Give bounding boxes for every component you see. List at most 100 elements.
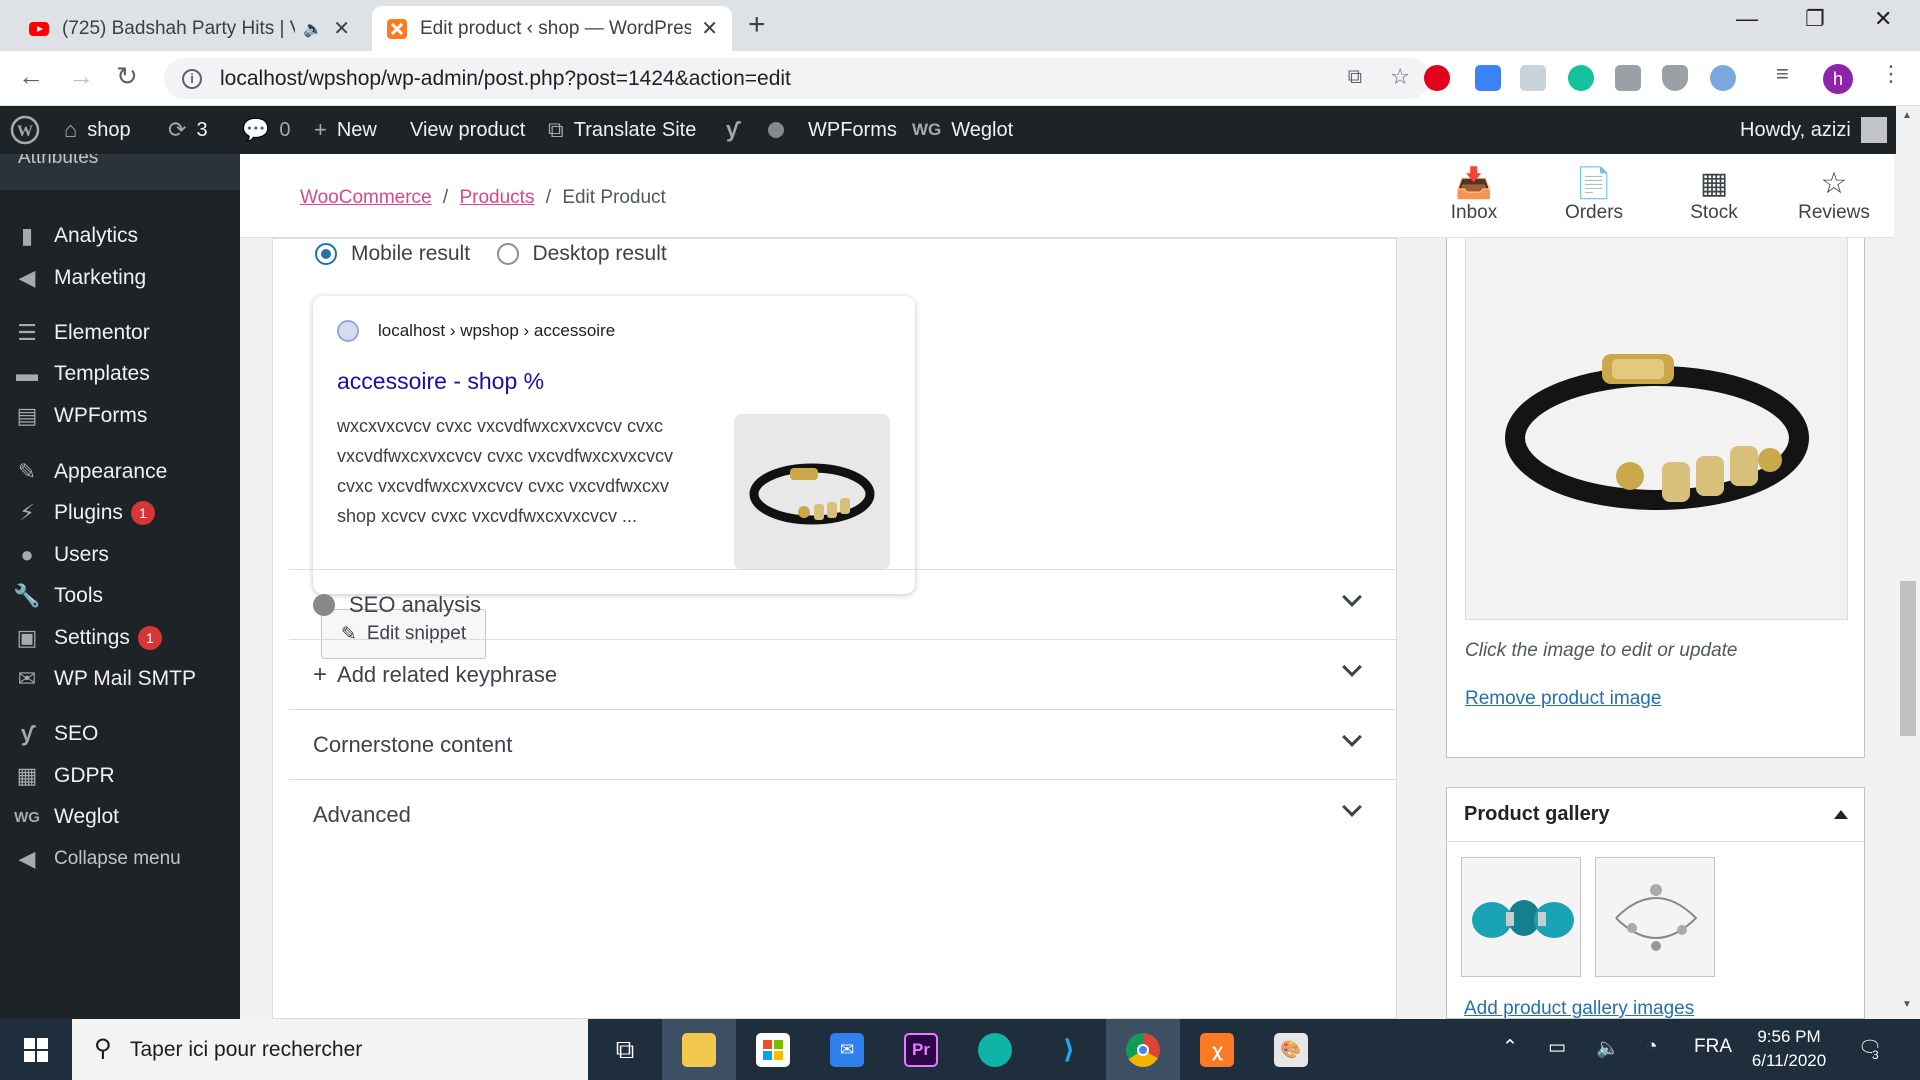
menu-item-templates[interactable]: ▬ Templates <box>0 353 240 395</box>
scroll-down-arrow-icon[interactable]: ▼ <box>1902 999 1912 1010</box>
remove-product-image-link[interactable]: Remove product image <box>1465 688 1661 710</box>
vscode-icon[interactable]: ⟩ <box>1032 1019 1106 1080</box>
admin-bar-view-product[interactable]: View product <box>410 106 525 154</box>
menu-item-tools[interactable]: 🔧 Tools <box>0 575 240 617</box>
seo-score-dot-icon[interactable] <box>768 106 784 154</box>
admin-bar-comments[interactable]: 💬 0 <box>242 106 291 154</box>
wifi-icon[interactable]: ◔ <box>1646 1036 1657 1058</box>
site-info-icon[interactable]: i <box>182 68 202 89</box>
opera-extension-icon[interactable] <box>1424 65 1450 91</box>
yoast-icon[interactable]: ƴ <box>726 106 748 154</box>
menu-item-gdpr[interactable]: ▦ GDPR <box>0 755 240 797</box>
bag-extension-icon[interactable] <box>1615 65 1641 91</box>
menu-item-elementor[interactable]: ☰ Elementor <box>0 312 240 354</box>
desktop-result-radio[interactable]: Desktop result <box>496 242 667 266</box>
breadcrumb-products-link[interactable]: Products <box>459 187 534 208</box>
menu-item-settings[interactable]: ▣ Settings 1 <box>0 617 240 659</box>
orders-button[interactable]: 📄 Orders <box>1539 166 1649 224</box>
tray-expand-icon[interactable]: ⌃ <box>1502 1036 1518 1059</box>
collapse-menu-button[interactable]: ◀ Collapse menu <box>0 838 240 880</box>
admin-bar-translate-site[interactable]: ⧉ Translate Site <box>548 106 696 154</box>
pen-extension-icon[interactable] <box>1475 65 1501 91</box>
product-image[interactable] <box>1465 238 1848 620</box>
mail-icon: ✉ <box>17 666 37 691</box>
admin-bar-site[interactable]: ⌂ shop <box>64 106 131 154</box>
add-related-keyphrase-section[interactable]: + Add related keyphrase <box>289 639 1396 709</box>
menu-item-marketing[interactable]: ◀ Marketing <box>0 257 240 299</box>
mobile-result-radio[interactable]: Mobile result <box>315 242 470 266</box>
media-control-icon[interactable]: ≡ <box>1776 61 1789 87</box>
mail-app-icon[interactable]: ✉ <box>810 1019 884 1080</box>
battery-icon[interactable]: ▭ <box>1548 1036 1566 1059</box>
close-tab-icon[interactable]: ✕ <box>701 16 718 41</box>
admin-bar-wpforms[interactable]: WPForms <box>808 106 897 154</box>
page-scrollbar[interactable]: ▲ ▼ <box>1896 106 1920 1019</box>
menu-item-analytics[interactable]: ▮ Analytics <box>0 215 240 257</box>
product-gallery-header[interactable]: Product gallery <box>1447 788 1864 842</box>
restore-icon[interactable]: ❐ <box>1805 6 1825 32</box>
seo-analysis-section[interactable]: SEO analysis <box>289 569 1396 639</box>
input-language[interactable]: FRA <box>1694 1036 1732 1058</box>
menu-item-wp-mail-smtp[interactable]: ✉ WP Mail SMTP <box>0 658 240 700</box>
bookmark-star-icon[interactable]: ☆ <box>1390 64 1410 90</box>
snippet-description[interactable]: wxcxvxcvcv cvxc vxcvdfwxcxvxcvcv cvxc vx… <box>337 411 697 531</box>
inbox-button[interactable]: 📥 Inbox <box>1419 166 1529 224</box>
notifications-icon[interactable]: 🗨 3 <box>1858 1036 1882 1062</box>
shield-extension-icon[interactable] <box>1662 65 1688 91</box>
submenu-item-attributes[interactable]: Attributes <box>0 154 240 190</box>
menu-item-weglot[interactable]: WG Weglot <box>0 796 240 838</box>
scroll-up-arrow-icon[interactable]: ▲ <box>1902 110 1912 121</box>
close-tab-icon[interactable]: ✕ <box>333 16 350 41</box>
admin-bar-updates[interactable]: ⟳ 3 <box>168 106 208 154</box>
admin-bar-weglot[interactable]: WG Weglot <box>912 106 1013 154</box>
menu-item-appearance[interactable]: ✎ Appearance <box>0 451 240 493</box>
browser-menu-icon[interactable]: ⋮ <box>1880 61 1902 87</box>
volume-icon[interactable]: 🔈 <box>1596 1036 1620 1060</box>
gallery-thumbnail[interactable] <box>1595 857 1715 977</box>
microsoft-store-icon[interactable] <box>736 1019 810 1080</box>
speaker-icon[interactable]: 🔈 <box>303 19 323 39</box>
reviews-button[interactable]: ☆ Reviews <box>1779 166 1889 224</box>
wordpress-logo-icon[interactable]: W <box>10 106 40 154</box>
collapse-arrow-icon[interactable] <box>1834 810 1848 819</box>
translate-icon[interactable]: ⧉ <box>1348 66 1362 89</box>
gallery-thumbnail[interactable] <box>1461 857 1581 977</box>
file-explorer-icon[interactable] <box>662 1019 736 1080</box>
menu-item-wpforms[interactable]: ▤ WPForms <box>0 395 240 437</box>
task-view-icon[interactable]: ⧉ <box>588 1019 662 1080</box>
minimize-icon[interactable]: — <box>1736 6 1758 32</box>
admin-bar-account[interactable]: Howdy, azizi <box>1740 106 1887 154</box>
reload-icon[interactable]: ↻ <box>116 61 138 92</box>
admin-bar-new[interactable]: + New <box>314 106 377 154</box>
menu-item-seo[interactable]: ƴ SEO <box>0 713 240 755</box>
cornerstone-content-section[interactable]: Cornerstone content <box>289 709 1396 779</box>
xampp-icon[interactable]: ꭓ <box>1180 1019 1254 1080</box>
google-snippet-preview[interactable]: localhost › wpshop › accessoire accessoi… <box>313 296 915 594</box>
grammarly-icon[interactable] <box>1568 65 1594 91</box>
snippet-title[interactable]: accessoire - shop % <box>337 368 544 395</box>
forward-icon[interactable]: → <box>68 61 94 92</box>
circle-extension-icon[interactable] <box>1710 65 1736 91</box>
address-bar[interactable]: i localhost/wpshop/wp-admin/post.php?pos… <box>164 58 1430 99</box>
paint-icon[interactable]: 🎨 <box>1254 1019 1328 1080</box>
windows-start-icon[interactable] <box>0 1019 72 1080</box>
image-extension-icon[interactable] <box>1520 65 1546 91</box>
menu-item-users[interactable]: ● Users <box>0 534 240 576</box>
chrome-icon[interactable] <box>1106 1019 1180 1080</box>
browser-tab-youtube[interactable]: (725) Badshah Party Hits | Vi 🔈 ✕ <box>14 6 364 51</box>
browser-tab-wordpress[interactable]: Edit product ‹ shop — WordPress ✕ <box>372 6 732 51</box>
scrollbar-thumb[interactable] <box>1900 581 1916 736</box>
advanced-section[interactable]: Advanced <box>289 779 1396 849</box>
new-tab-icon[interactable]: + <box>748 8 766 42</box>
edge-icon[interactable] <box>958 1019 1032 1080</box>
premiere-pro-icon[interactable]: Pr <box>884 1019 958 1080</box>
menu-item-plugins[interactable]: ⚡ Plugins 1 <box>0 492 240 534</box>
breadcrumb-woocommerce-link[interactable]: WooCommerce <box>300 187 432 208</box>
back-icon[interactable]: ← <box>18 61 44 92</box>
profile-avatar[interactable]: h <box>1823 64 1853 94</box>
close-window-icon[interactable]: ✕ <box>1874 6 1892 32</box>
add-gallery-images-link[interactable]: Add product gallery images <box>1464 998 1694 1018</box>
taskbar-search-input[interactable]: ⚲ Taper ici pour rechercher <box>72 1019 588 1080</box>
stock-button[interactable]: ▦ Stock <box>1659 166 1769 224</box>
taskbar-clock[interactable]: 9:56 PM 6/11/2020 <box>1744 1025 1834 1073</box>
